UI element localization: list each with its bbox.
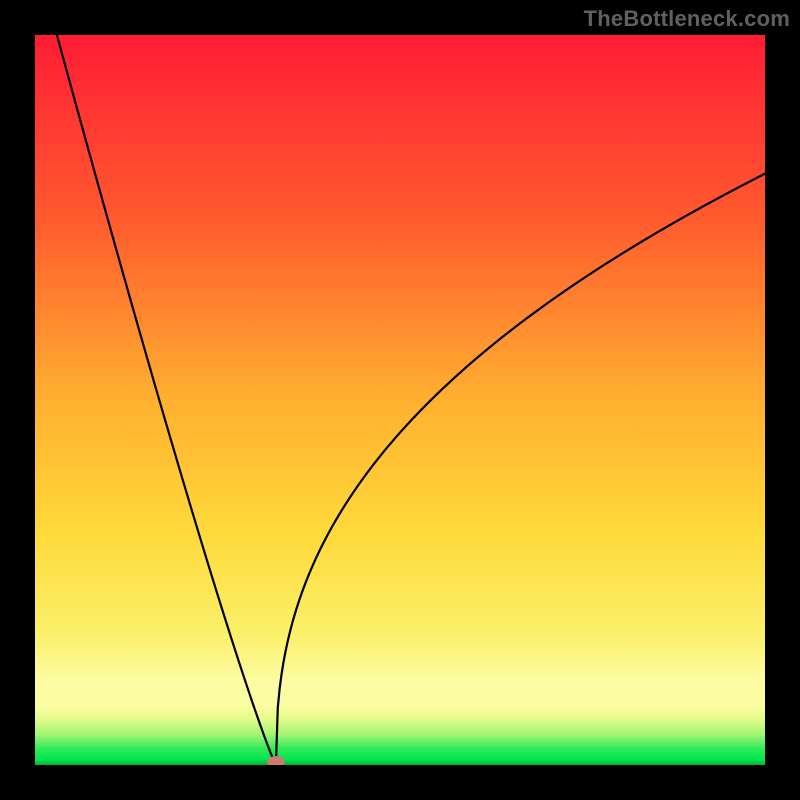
plot-svg [35, 35, 765, 765]
plot-area [35, 35, 765, 765]
watermark-text: TheBottleneck.com [584, 6, 790, 32]
gradient-background [35, 35, 765, 765]
chart-frame: TheBottleneck.com [0, 0, 800, 800]
